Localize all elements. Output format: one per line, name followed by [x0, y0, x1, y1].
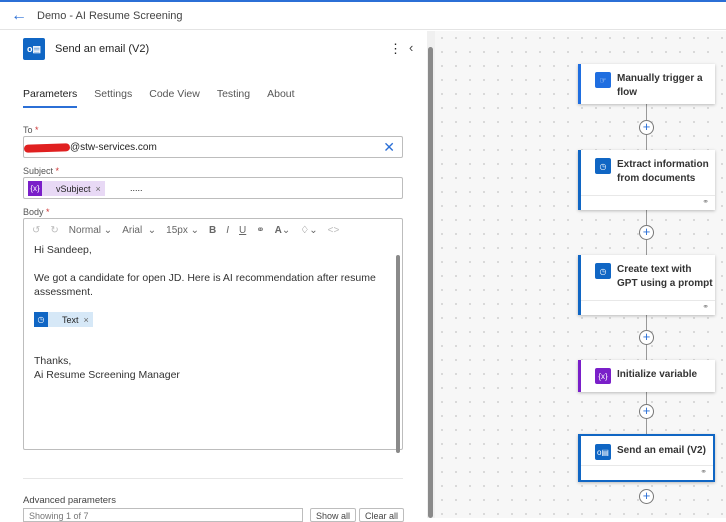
redaction-mark: [23, 143, 71, 153]
bold-icon[interactable]: B: [209, 225, 216, 236]
variable-icon: {x}: [28, 181, 42, 196]
token-label: vSubject: [56, 183, 91, 194]
body-line-2: assessment.: [34, 286, 93, 298]
body-label: Body *: [23, 207, 50, 217]
step-extract-information[interactable]: ◷ Extract information from documents ⚭: [578, 150, 715, 210]
tab-about[interactable]: About: [267, 88, 294, 108]
body-editor[interactable]: ↺ ↻ Normal ⌄ Arial ⌄ 15px ⌄ B I U ⚭ A⌄ ♢…: [23, 218, 403, 453]
italic-icon[interactable]: I: [226, 225, 229, 236]
panel-title: Send an email (V2): [55, 43, 150, 55]
ai-builder-icon: ◷: [595, 263, 611, 279]
clear-all-button[interactable]: Clear all: [359, 508, 405, 522]
size-dropdown[interactable]: 15px ⌄: [166, 225, 199, 236]
subject-label-text: Subject: [23, 166, 54, 176]
highlight-icon[interactable]: ♢⌄: [300, 225, 317, 236]
body-text-token[interactable]: ◷ Text ×: [34, 312, 93, 327]
panel-scrollbar[interactable]: [427, 31, 435, 518]
header: ← Demo - AI Resume Screening: [0, 2, 726, 30]
step-title: Initialize variable: [617, 369, 698, 380]
link-icon: ⚭: [702, 197, 709, 206]
tab-parameters[interactable]: Parameters: [23, 88, 78, 108]
redo-icon[interactable]: ↻: [50, 225, 58, 236]
panel-tabs: Parameters Settings Code View Testing Ab…: [23, 88, 295, 108]
underline-icon[interactable]: U: [239, 225, 246, 236]
step-title: Send an email (V2): [617, 445, 706, 456]
required-mark: *: [55, 166, 60, 176]
editor-toolbar: ↺ ↻ Normal ⌄ Arial ⌄ 15px ⌄ B I U ⚭ A⌄ ♢…: [32, 225, 339, 236]
size-value: 15px: [166, 225, 188, 236]
ai-builder-icon: ◷: [34, 312, 48, 327]
token-remove-icon[interactable]: ×: [84, 315, 93, 325]
body-greeting: Hi Sandeep,: [34, 244, 92, 256]
to-label: To *: [23, 125, 39, 135]
link-icon: ⚭: [702, 302, 709, 311]
undo-icon[interactable]: ↺: [32, 225, 40, 236]
body-signature: Ai Resume Screening Manager: [34, 369, 180, 381]
step-manual-trigger[interactable]: ☞ Manually trigger a flow: [578, 64, 715, 104]
required-mark: *: [35, 125, 39, 135]
subject-label: Subject *: [23, 166, 59, 176]
trigger-hand-icon: ☞: [595, 72, 611, 88]
subject-token[interactable]: {x} vSubject ×: [28, 181, 105, 196]
body-label-text: Body: [23, 207, 44, 217]
step-create-text-gpt[interactable]: ◷ Create text with GPT using a prompt ⚭: [578, 255, 715, 315]
step-title: Create text with GPT using a prompt: [617, 264, 713, 289]
add-step-button[interactable]: +: [639, 489, 654, 504]
font-value: Arial: [122, 225, 143, 236]
flow-title: Demo - AI Resume Screening: [37, 9, 183, 22]
body-thanks: Thanks,: [34, 355, 72, 367]
clear-icon[interactable]: ✕: [383, 139, 395, 156]
divider: [23, 478, 403, 479]
tab-settings[interactable]: Settings: [94, 88, 132, 108]
token-label: Text: [62, 314, 79, 325]
link-icon[interactable]: ⚭: [256, 225, 264, 236]
style-dropdown[interactable]: Normal ⌄: [69, 225, 112, 236]
font-dropdown[interactable]: Arial ⌄: [122, 225, 156, 236]
advanced-parameters-select[interactable]: Showing 1 of 7: [23, 508, 303, 522]
advanced-parameters-label: Advanced parameters: [23, 495, 116, 506]
font-color-icon[interactable]: A⌄: [275, 225, 291, 236]
card-footer: ⚭: [581, 465, 713, 480]
step-initialize-variable[interactable]: {x} Initialize variable: [578, 360, 715, 392]
show-all-button[interactable]: Show all: [310, 508, 357, 522]
step-send-email[interactable]: o▤ Send an email (V2) ⚭: [578, 434, 715, 482]
subject-field[interactable]: {x} vSubject × .....: [23, 177, 403, 199]
collapse-panel-icon[interactable]: ‹: [409, 40, 413, 55]
add-step-button[interactable]: +: [639, 120, 654, 135]
outlook-icon: o▤: [23, 38, 45, 60]
add-step-button[interactable]: +: [639, 330, 654, 345]
link-icon: ⚭: [700, 467, 707, 476]
add-step-button[interactable]: +: [639, 225, 654, 240]
step-title: Manually trigger a flow: [617, 73, 703, 98]
outlook-icon: o▤: [595, 444, 611, 460]
variable-icon: {x}: [595, 368, 611, 384]
ai-builder-icon: ◷: [595, 158, 611, 174]
tab-code-view[interactable]: Code View: [149, 88, 200, 108]
more-options-icon[interactable]: ⋮: [389, 41, 402, 57]
style-value: Normal: [68, 225, 102, 236]
step-title: Extract information from documents: [617, 159, 709, 184]
back-arrow-icon[interactable]: ←: [11, 7, 27, 23]
subject-suffix: .....: [130, 183, 143, 193]
code-view-icon[interactable]: <>: [328, 225, 340, 236]
required-mark: *: [46, 207, 50, 217]
to-field[interactable]: @stw-services.com ✕: [23, 136, 403, 158]
to-value: @stw-services.com: [70, 142, 157, 153]
add-step-button[interactable]: +: [639, 404, 654, 419]
body-line-1: We got a candidate for open JD. Here is …: [34, 272, 376, 284]
tab-testing[interactable]: Testing: [217, 88, 250, 108]
scrollbar-thumb[interactable]: [428, 47, 433, 518]
to-label-text: To: [23, 125, 33, 135]
editor-scrollbar[interactable]: [396, 255, 400, 453]
token-remove-icon[interactable]: ×: [96, 184, 105, 194]
card-footer: ⚭: [581, 195, 715, 210]
select-value: Showing 1 of 7: [29, 511, 89, 521]
card-footer: ⚭: [581, 300, 715, 315]
